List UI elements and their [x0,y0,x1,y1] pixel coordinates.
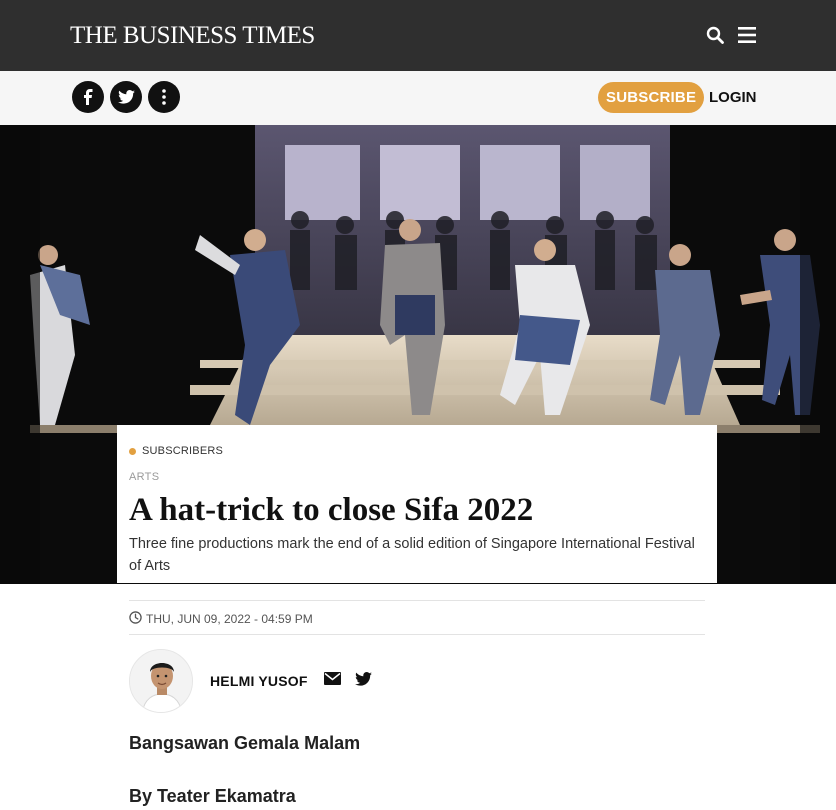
article-headline: A hat-trick to close Sifa 2022 [129,492,534,528]
divider-bottom [129,634,705,635]
facebook-icon[interactable] [72,81,104,113]
article-standfirst: Three fine productions mark the end of a… [129,536,695,574]
article-category[interactable]: ARTS [129,471,159,483]
site-logo[interactable]: THE BUSINESS TIMES [70,22,315,50]
subscribers-badge: SUBSCRIBERS [129,445,223,457]
login-link[interactable]: LOGIN [709,89,757,106]
logo-the: THE [70,22,118,49]
subheading-title: Bangsawan Gemala Malam [129,733,361,753]
email-icon[interactable] [323,672,341,690]
subscribe-button[interactable]: SUBSCRIBE [598,82,705,113]
article-card: SUBSCRIBERS ARTS A hat-trick to close Si… [117,425,717,583]
divider-top [129,600,705,601]
article-datetime: THU, JUN 09, 2022 - 04:59 PM [129,611,313,627]
author-name[interactable]: HELMI YUSOF [210,673,308,689]
author-avatar[interactable] [129,649,193,713]
site-header: THE BUSINESS TIMES [0,0,836,71]
datetime-text: THU, JUN 09, 2022 - 04:59 PM [146,612,313,626]
logo-times: TIMES [242,22,315,49]
badge-label: SUBSCRIBERS [142,445,224,457]
logo-business: BUSINESS [122,22,238,49]
twitter-icon[interactable] [110,81,142,113]
author-block: HELMI YUSOF [129,649,372,713]
subheading-byline: By Teater Ekamatra [129,786,296,806]
badge-dot-icon [129,447,136,455]
share-bar: SUBSCRIBE LOGIN [0,71,836,125]
author-twitter-icon[interactable] [354,671,372,691]
menu-icon[interactable] [736,24,758,46]
clock-icon [129,611,142,627]
search-icon[interactable] [704,24,726,46]
more-icon[interactable] [148,81,180,113]
